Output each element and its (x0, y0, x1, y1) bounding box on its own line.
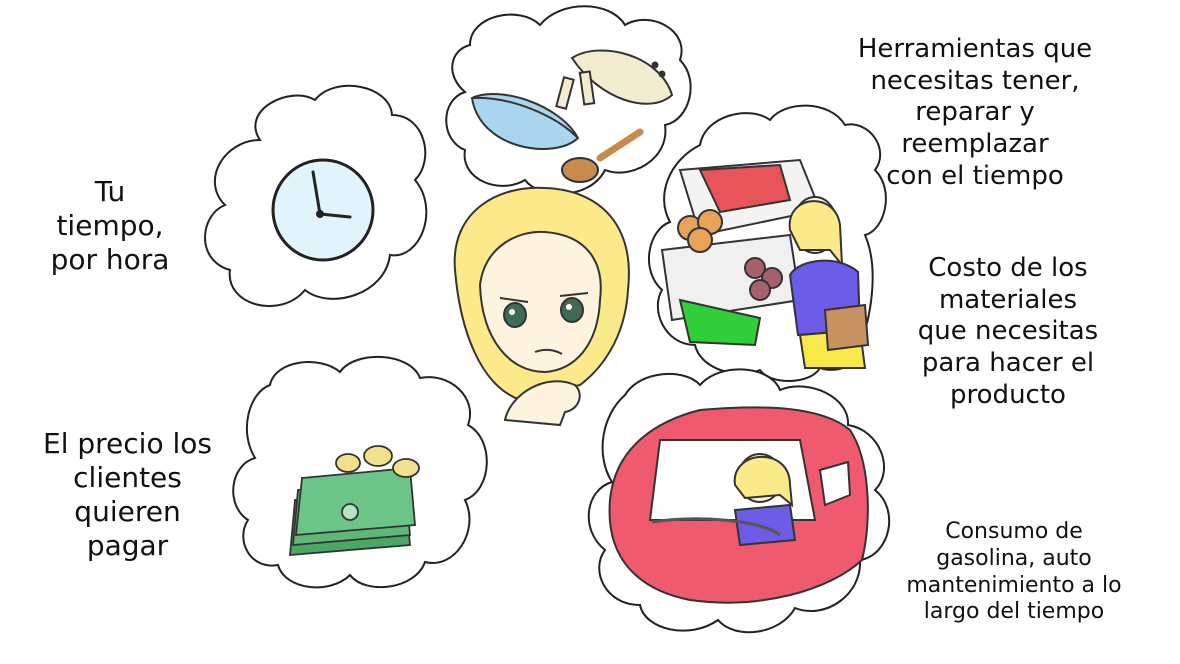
thinking-girl-icon (453, 186, 630, 427)
materials-label: Costo de los materiales que necesitas pa… (917, 253, 1099, 410)
time-label: Tu tiempo, por hora (50, 175, 170, 277)
gas-label: Consumo de gasolina, auto mantenimiento … (906, 519, 1122, 625)
clock-icon (271, 158, 375, 262)
car-icon (608, 406, 869, 604)
tools-label: Herramientas que necesitas tener, repara… (857, 34, 1093, 191)
price-label: El precio los clientes quieren pagar (43, 427, 212, 563)
